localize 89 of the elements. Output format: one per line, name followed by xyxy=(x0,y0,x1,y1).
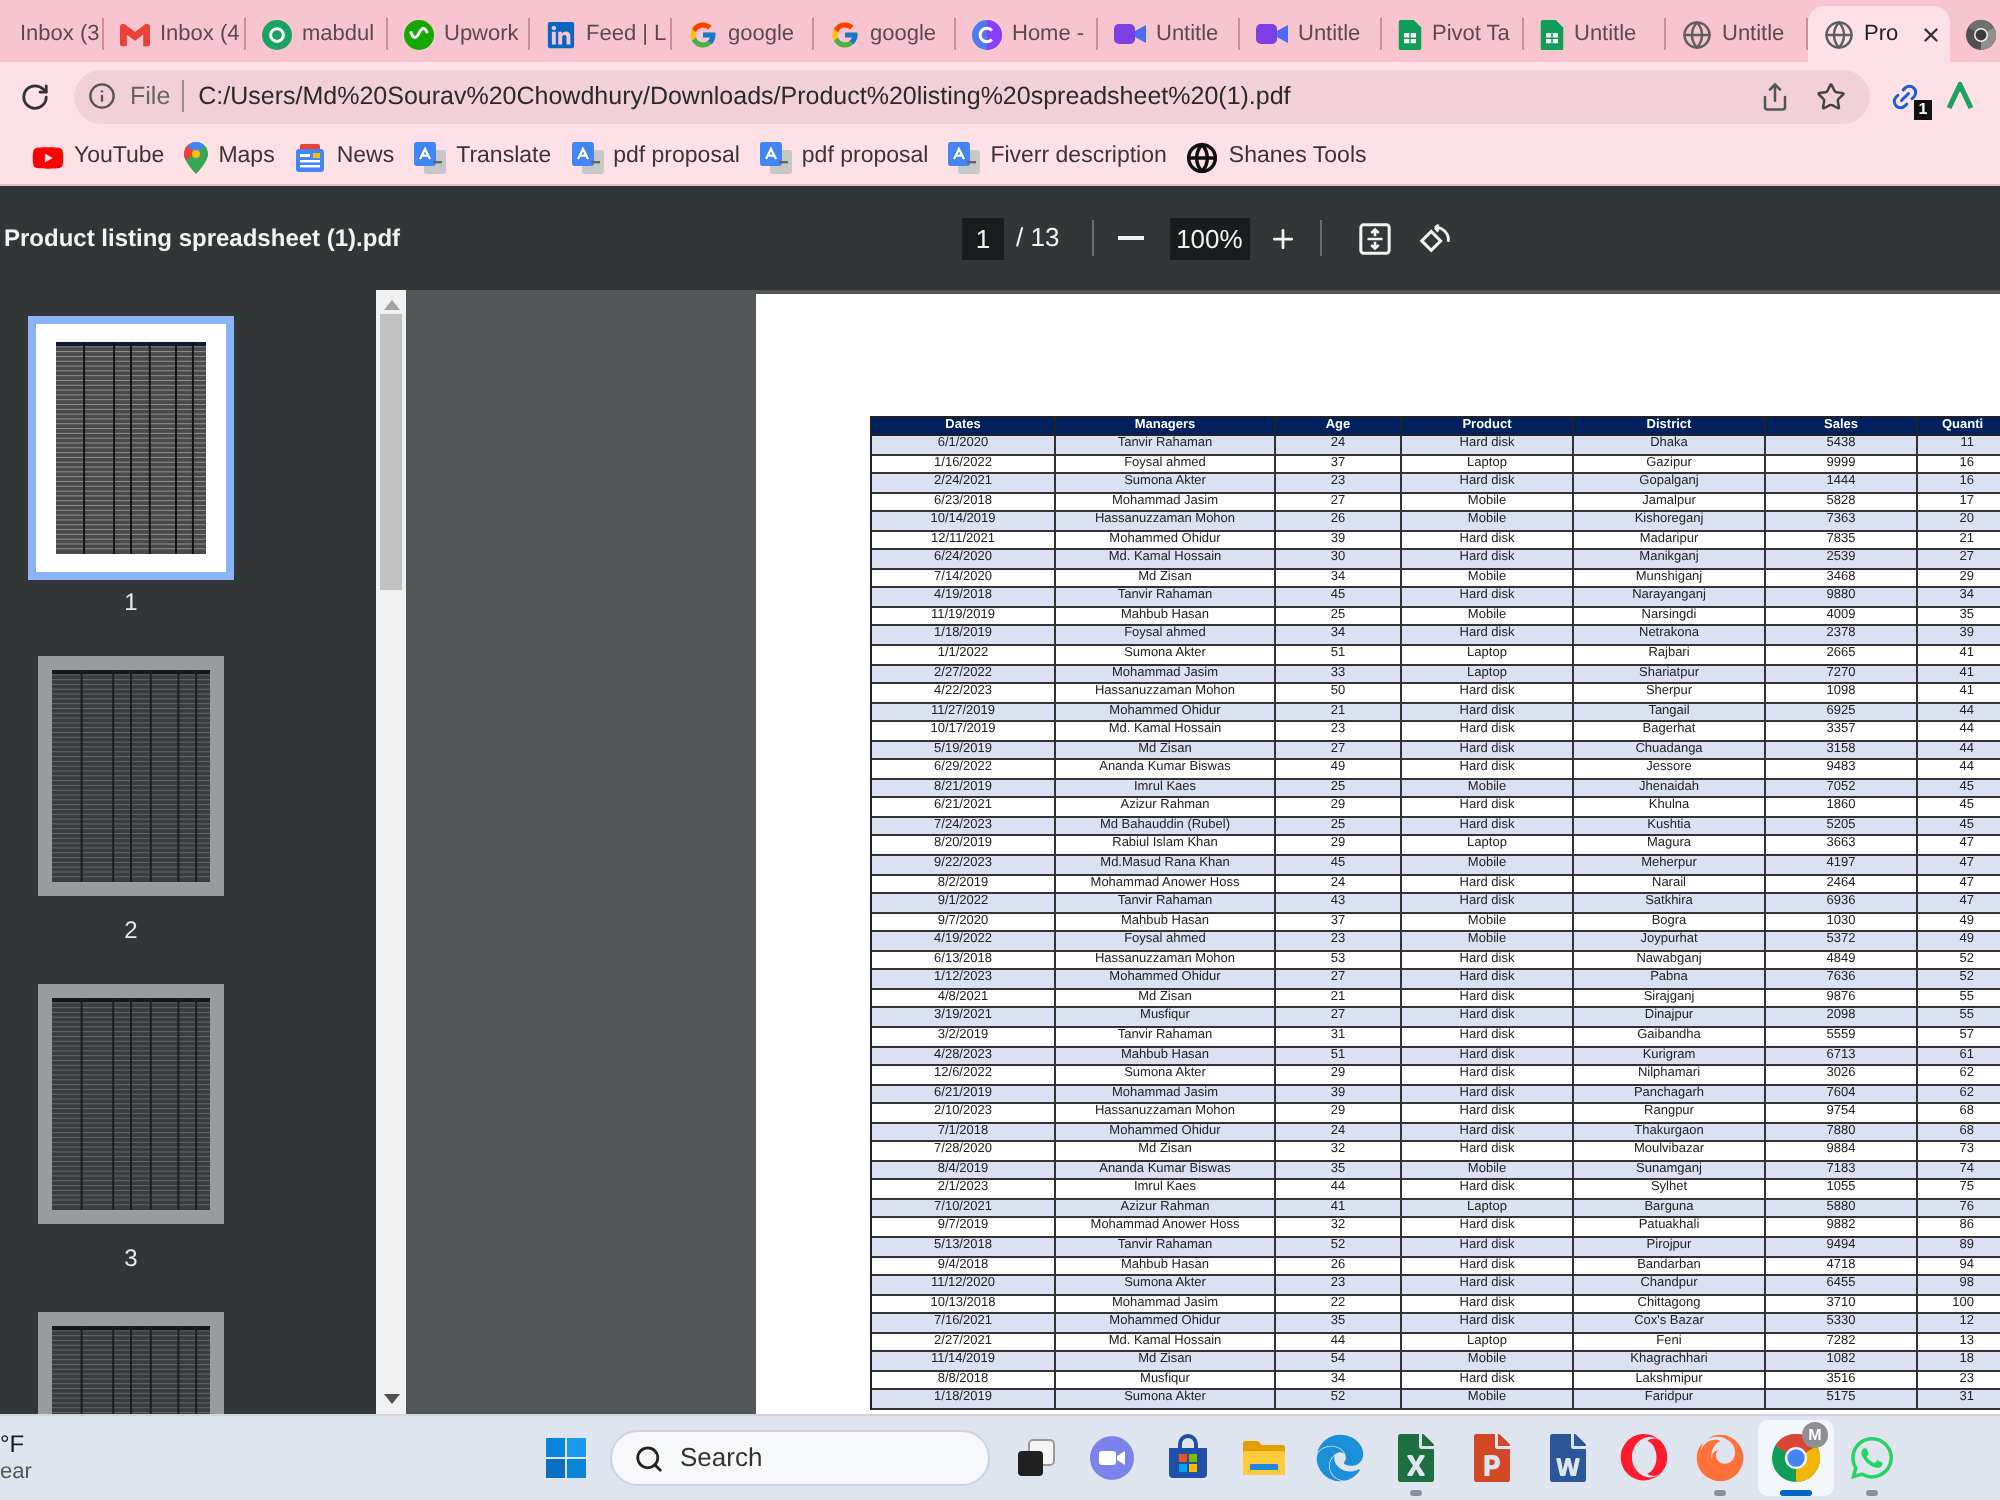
info-icon[interactable] xyxy=(88,82,116,110)
globe-icon xyxy=(1186,141,1219,173)
bookmark[interactable]: pdf proposal xyxy=(749,133,939,181)
browser-tab[interactable]: Pivot Ta xyxy=(1382,6,1524,62)
page-number-label: 1 xyxy=(124,590,138,614)
spreadsheet-app-icon xyxy=(1392,1434,1440,1482)
bookmark[interactable]: Translate xyxy=(404,133,562,181)
bookmark[interactable]: Maps xyxy=(174,133,285,181)
map-pin-icon xyxy=(184,141,209,173)
scrollbar[interactable] xyxy=(376,290,406,1414)
globe-icon xyxy=(1682,19,1712,49)
bookmark[interactable]: News xyxy=(284,133,405,181)
bookmark[interactable]: pdf proposal xyxy=(561,133,750,181)
extension-logo-icon[interactable] xyxy=(1946,82,1974,110)
scrollbar-thumb[interactable] xyxy=(380,314,402,590)
play-button-icon xyxy=(32,141,64,173)
scroll-down-icon[interactable] xyxy=(383,1394,399,1404)
g-logo-icon xyxy=(830,19,860,49)
video-chat-icon xyxy=(1088,1434,1136,1482)
url-text: C:/Users/Md%20Sourav%20Chowdhury/Downloads/Product%20listing%20spreadsheet%20(1).pdf xyxy=(198,79,1291,114)
browser-tab[interactable]: Inbox (3 xyxy=(0,6,104,62)
page-count: / 13 xyxy=(1016,220,1060,257)
news-icon xyxy=(294,141,327,173)
page-thumbnail[interactable] xyxy=(38,984,224,1224)
reload-button[interactable] xyxy=(16,78,52,114)
bookmark[interactable]: Shanes Tools xyxy=(1176,133,1377,181)
page-number-field[interactable]: 1 xyxy=(962,217,1004,259)
browser-tab[interactable]: google xyxy=(672,6,814,62)
browser-logo-icon xyxy=(1966,19,1996,49)
four-squares-logo-icon xyxy=(546,1438,586,1478)
spreadsheet-icon xyxy=(1540,19,1564,49)
page-thumbnail[interactable] xyxy=(28,316,234,580)
close-icon[interactable] xyxy=(1920,23,1942,45)
bookmark[interactable]: YouTube xyxy=(22,133,175,181)
reload-icon xyxy=(19,81,49,111)
g-logo-icon xyxy=(688,19,718,49)
address-bar[interactable]: File C:/Users/Md%20Sourav%20Chowdhury/Downloads/Product%20listing%20spreadsheet%20(1).pdf xyxy=(74,69,1870,123)
browser-tab[interactable]: mabdul xyxy=(246,6,388,62)
search-icon xyxy=(634,1443,664,1473)
file-label: File xyxy=(130,79,171,114)
browser-tab[interactable]: Pro xyxy=(1808,6,1950,62)
browser-tab[interactable]: Feed | L xyxy=(530,6,672,62)
translate-icon xyxy=(414,141,447,173)
mail-icon xyxy=(120,19,150,49)
chat-phone-icon xyxy=(1848,1434,1896,1482)
search-box[interactable]: Search xyxy=(610,1430,990,1486)
share-icon[interactable] xyxy=(1760,81,1790,111)
bookmark-star-icon[interactable] xyxy=(1816,81,1846,111)
presentation-app-icon xyxy=(1468,1434,1516,1482)
network-logo-icon xyxy=(546,19,576,49)
page-number-label: 2 xyxy=(124,918,138,942)
profile-badge: M xyxy=(1802,1422,1828,1448)
browser-tab[interactable]: Untitle xyxy=(1240,6,1382,62)
zoom-level-field[interactable]: 100% xyxy=(1169,217,1250,259)
spreadsheet-icon xyxy=(1398,19,1422,49)
document-app-icon xyxy=(1544,1434,1592,1482)
translate-icon xyxy=(948,141,981,173)
bookmark[interactable]: Fiverr description xyxy=(938,133,1177,181)
circle-logo-icon xyxy=(972,19,1002,49)
translate-icon xyxy=(759,141,792,173)
shopping-bag-icon xyxy=(1164,1434,1212,1482)
page-thumbnail[interactable] xyxy=(38,656,224,896)
browser-tab[interactable]: Untitle xyxy=(1524,6,1666,62)
weather-condition[interactable]: ear xyxy=(0,1458,528,1486)
browser-tab[interactable]: Untitle xyxy=(1098,6,1240,62)
circle-logo-icon xyxy=(262,19,292,49)
ring-logo-icon xyxy=(1620,1434,1668,1482)
globe-icon xyxy=(1824,19,1854,49)
fit-to-page-icon xyxy=(1358,221,1393,255)
plus-icon xyxy=(1268,223,1299,253)
browser-tab[interactable]: google xyxy=(814,6,956,62)
weather-temperature[interactable]: °F xyxy=(0,1430,528,1458)
task-view-icon xyxy=(1012,1434,1060,1482)
video-camera-icon xyxy=(1256,22,1288,46)
fox-logo-icon xyxy=(1696,1434,1744,1482)
browser-tab[interactable]: Home - xyxy=(956,6,1098,62)
browser-tab[interactable]: Upwork xyxy=(388,6,530,62)
video-camera-icon xyxy=(1114,22,1146,46)
rotate-icon xyxy=(1418,221,1453,255)
browser-tab[interactable]: Untitle xyxy=(1666,6,1808,62)
translate-icon xyxy=(571,141,604,173)
minus-icon xyxy=(1118,236,1145,240)
browser-swirl-icon xyxy=(1316,1434,1364,1482)
circle-logo-icon xyxy=(404,19,434,49)
extension-button[interactable]: 1 xyxy=(1890,76,1926,116)
file-name: Product listing spreadsheet (1).pdf xyxy=(4,222,401,256)
extension-badge: 1 xyxy=(1914,100,1932,120)
browser-tab[interactable]: Inbox (4 xyxy=(104,6,246,62)
page-number-label: 3 xyxy=(124,1246,138,1270)
